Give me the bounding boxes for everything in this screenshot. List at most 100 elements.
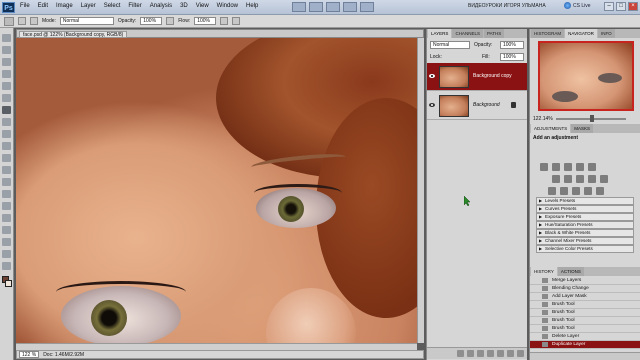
bridge-icon[interactable] (292, 2, 306, 12)
tab-history[interactable]: HISTORY (531, 267, 557, 276)
navigator-zoom-value[interactable]: 122.14% (533, 116, 553, 122)
hue-saturation-icon[interactable] (552, 175, 560, 183)
layer-row[interactable]: Background (427, 92, 527, 120)
brightness-contrast-icon[interactable] (540, 163, 548, 171)
healing-brush-tool-icon[interactable] (2, 118, 11, 126)
pen-tool-icon[interactable] (2, 202, 11, 210)
menu-image[interactable]: Image (56, 3, 73, 9)
menu-select[interactable]: Select (104, 3, 121, 9)
crop-tool-icon[interactable] (2, 82, 11, 90)
blur-tool-icon[interactable] (2, 178, 11, 186)
brush-tool-preset-icon[interactable] (4, 16, 14, 26)
workspace-switcher[interactable]: ВИДЕОУРОКИ ИГОРЯ УЛЬМАНА (468, 3, 546, 9)
tab-adjustments[interactable]: ADJUSTMENTS (531, 124, 571, 133)
cs-live-button[interactable]: CS Live (564, 2, 591, 9)
layer-opacity-field[interactable]: 100% (500, 41, 524, 49)
close-icon[interactable]: × (628, 2, 638, 11)
mode-select[interactable]: Normal (59, 17, 114, 25)
path-selection-tool-icon[interactable] (2, 226, 11, 234)
new-group-icon[interactable] (497, 350, 504, 357)
layer-style-icon[interactable] (467, 350, 474, 357)
tab-paths[interactable]: PATHS (483, 29, 505, 38)
history-item[interactable]: Brush Tool (530, 317, 640, 325)
vertical-scrollbar[interactable] (417, 38, 424, 343)
preset-item[interactable]: Selective Color Presets (536, 245, 634, 253)
flow-field[interactable]: 100% (194, 17, 217, 25)
clone-stamp-tool-icon[interactable] (2, 130, 11, 138)
invert-icon[interactable] (548, 187, 556, 195)
menu-file[interactable]: File (20, 3, 30, 9)
zoom-level-icon[interactable] (326, 2, 340, 12)
navigator-preview[interactable] (538, 41, 634, 111)
minimize-icon[interactable]: – (604, 2, 614, 11)
color-balance-icon[interactable] (564, 175, 572, 183)
brush-preset-picker-icon[interactable] (18, 17, 26, 25)
preset-item[interactable]: Curves Presets (536, 205, 634, 213)
preset-item[interactable]: Hue/Saturation Presets (536, 221, 634, 229)
link-layers-icon[interactable] (457, 350, 464, 357)
history-item[interactable]: Add Layer Mask (530, 293, 640, 301)
document-tab[interactable]: face.psd @ 122% (Background copy, RGB/8) (19, 31, 128, 38)
marquee-tool-icon[interactable] (2, 46, 11, 54)
history-item[interactable]: Brush Tool (530, 325, 640, 333)
history-item[interactable]: Delete Layer (530, 333, 640, 341)
mini-bridge-icon[interactable] (309, 2, 323, 12)
tab-actions[interactable]: ACTIONS (557, 267, 584, 276)
background-color-swatch[interactable] (5, 280, 12, 287)
hand-tool-icon[interactable] (2, 250, 11, 258)
horizontal-scrollbar[interactable] (16, 343, 417, 350)
zoom-field[interactable]: 122 % (19, 351, 40, 358)
visibility-eye-icon[interactable] (429, 102, 435, 108)
quick-selection-tool-icon[interactable] (2, 70, 11, 78)
preset-item[interactable]: Channel Mixer Presets (536, 237, 634, 245)
menu-filter[interactable]: Filter (128, 3, 141, 9)
airbrush-icon[interactable] (220, 17, 229, 25)
menu-window[interactable]: Window (217, 3, 238, 9)
gradient-tool-icon[interactable] (2, 166, 11, 174)
history-item[interactable]: Brush Tool (530, 309, 640, 317)
exposure-icon[interactable] (576, 163, 584, 171)
history-brush-tool-icon[interactable] (2, 142, 11, 150)
screen-mode-icon[interactable] (360, 2, 374, 12)
fill-field[interactable]: 100% (500, 53, 524, 61)
preset-item[interactable]: Black & White Presets (536, 229, 634, 237)
eraser-tool-icon[interactable] (2, 154, 11, 162)
menu-analysis[interactable]: Analysis (150, 3, 172, 9)
brush-panel-toggle-icon[interactable] (30, 17, 38, 25)
brush-tool-icon[interactable] (2, 106, 11, 114)
pressure-opacity-icon[interactable] (166, 17, 175, 25)
move-tool-icon[interactable] (2, 34, 11, 42)
channel-mixer-icon[interactable] (600, 175, 608, 183)
eyedropper-tool-icon[interactable] (2, 94, 11, 102)
tab-histogram[interactable]: HISTOGRAM (531, 29, 565, 38)
blend-mode-select[interactable]: Normal (430, 41, 470, 49)
navigator-zoom-knob[interactable] (590, 115, 594, 122)
black-white-icon[interactable] (576, 175, 584, 183)
gradient-map-icon[interactable] (584, 187, 592, 195)
selective-color-icon[interactable] (596, 187, 604, 195)
history-item[interactable]: Brush Tool (530, 301, 640, 309)
type-tool-icon[interactable] (2, 214, 11, 222)
shape-tool-icon[interactable] (2, 238, 11, 246)
preset-item[interactable]: Exposure Presets (536, 213, 634, 221)
tab-info[interactable]: INFO (597, 29, 615, 38)
menu-3d[interactable]: 3D (180, 3, 188, 9)
history-item[interactable]: Merge Layers (530, 277, 640, 285)
lasso-tool-icon[interactable] (2, 58, 11, 66)
delete-layer-icon[interactable] (517, 350, 524, 357)
history-item[interactable]: Blending Change (530, 285, 640, 293)
history-item-active[interactable]: Duplicate Layer (530, 341, 640, 349)
photo-filter-icon[interactable] (588, 175, 596, 183)
vibrance-icon[interactable] (588, 163, 596, 171)
posterize-icon[interactable] (560, 187, 568, 195)
opacity-field[interactable]: 100% (140, 17, 163, 25)
dodge-tool-icon[interactable] (2, 190, 11, 198)
tab-navigator[interactable]: NAVIGATOR (565, 29, 597, 38)
layer-row[interactable]: Background copy (427, 63, 527, 91)
threshold-icon[interactable] (572, 187, 580, 195)
levels-icon[interactable] (552, 163, 560, 171)
menu-help[interactable]: Help (246, 3, 258, 9)
menu-view[interactable]: View (196, 3, 209, 9)
tab-masks[interactable]: MASKS (571, 124, 594, 133)
image-canvas[interactable] (16, 38, 417, 343)
